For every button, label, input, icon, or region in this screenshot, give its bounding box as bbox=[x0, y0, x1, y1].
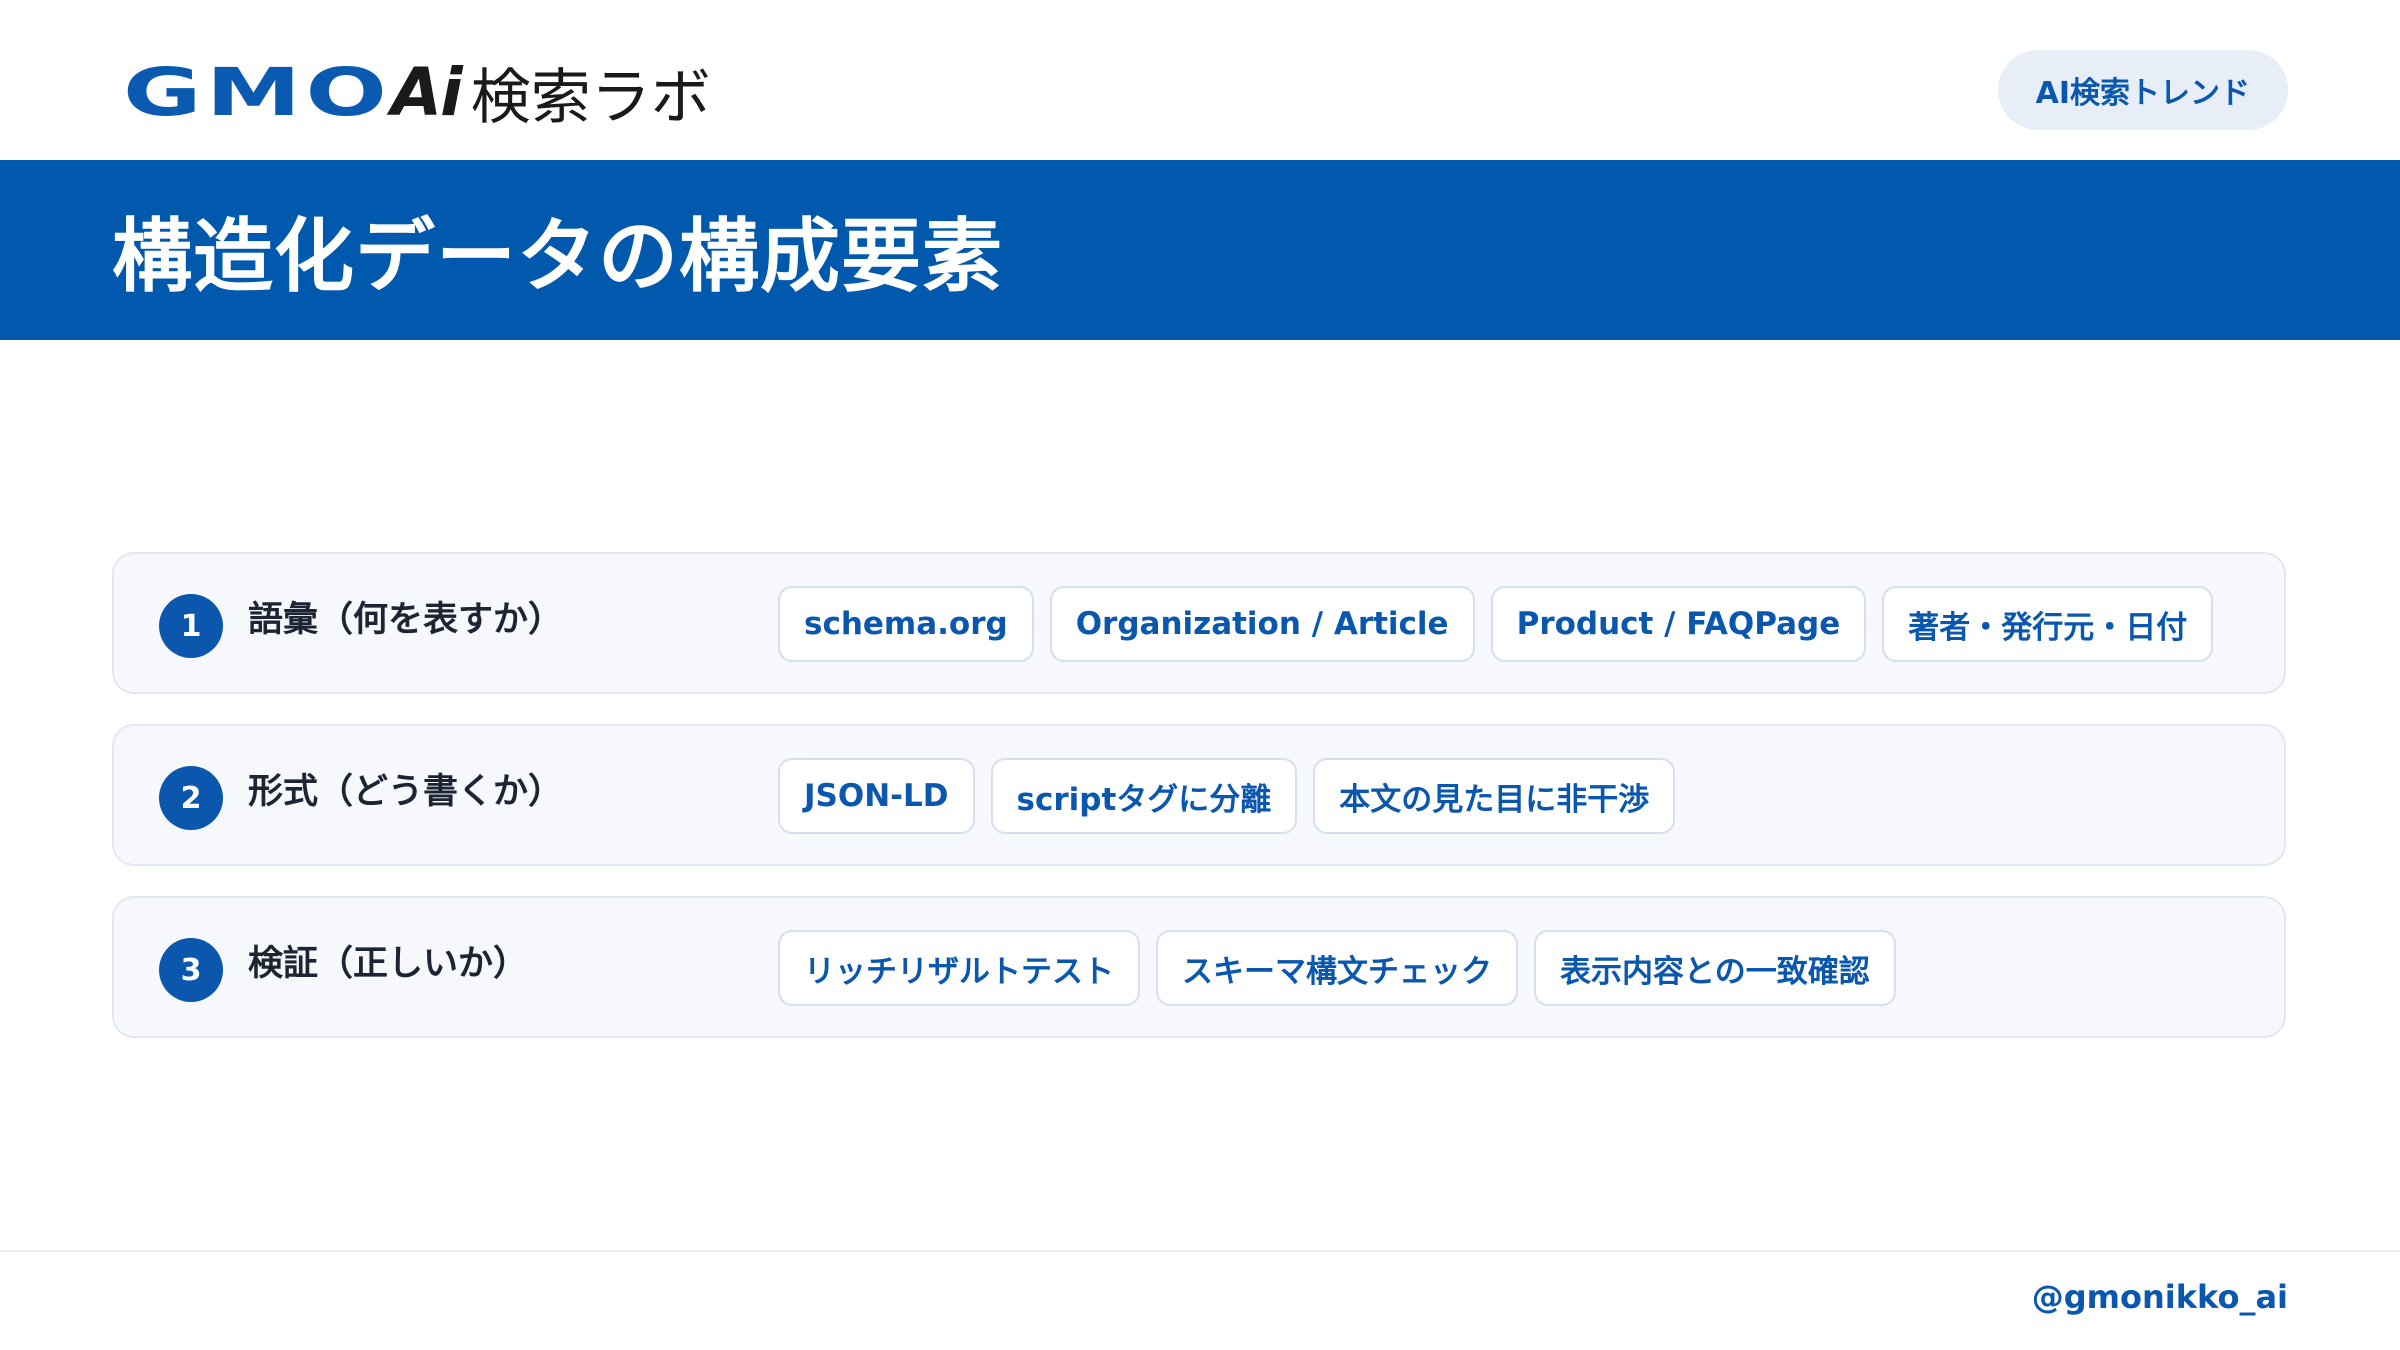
row-number-badge: 1 bbox=[159, 594, 223, 658]
chip: 著者・発行元・日付 bbox=[1882, 586, 2214, 662]
chip: 本文の見た目に非干渉 bbox=[1313, 758, 1676, 834]
logo-lab-wordmark: 検索ラボ bbox=[470, 62, 711, 133]
element-row-vocabulary: 1 語彙（何を表すか） schema.org Organization / Ar… bbox=[112, 552, 2286, 694]
chip: 表示内容との一致確認 bbox=[1534, 930, 1896, 1006]
brand-logo: GMO Ai 検索ラボ bbox=[123, 53, 711, 133]
chip-list: JSON-LD scriptタグに分離 本文の見た目に非干渉 bbox=[778, 758, 1676, 834]
chip: JSON-LD bbox=[778, 758, 975, 834]
chip: リッチリザルトテスト bbox=[778, 930, 1140, 1006]
chip: スキーマ構文チェック bbox=[1156, 930, 1518, 1006]
page-title: 構造化データの構成要素 bbox=[112, 210, 1003, 303]
chip: scriptタグに分離 bbox=[990, 758, 1298, 834]
element-row-validation: 3 検証（正しいか） リッチリザルトテスト スキーマ構文チェック 表示内容との一… bbox=[112, 896, 2286, 1038]
category-badge: AI検索トレンド bbox=[1997, 50, 2288, 130]
element-row-format: 2 形式（どう書くか） JSON-LD scriptタグに分離 本文の見た目に非… bbox=[112, 724, 2286, 866]
row-label: 検証（正しいか） bbox=[248, 943, 529, 984]
chip: schema.org bbox=[778, 586, 1034, 662]
chip: Product / FAQPage bbox=[1490, 586, 1867, 662]
row-label: 形式（どう書くか） bbox=[248, 771, 564, 812]
row-number-badge: 2 bbox=[159, 766, 223, 830]
chip-list: リッチリザルトテスト スキーマ構文チェック 表示内容との一致確認 bbox=[778, 930, 1896, 1006]
row-label: 語彙（何を表すか） bbox=[248, 599, 564, 640]
social-handle: @gmonikko_ai bbox=[2031, 1278, 2288, 1316]
chip: Organization / Article bbox=[1049, 586, 1475, 662]
row-number-badge: 3 bbox=[159, 938, 223, 1002]
logo-gmo-wordmark: GMO bbox=[123, 53, 392, 131]
title-band: 構造化データの構成要素 bbox=[0, 160, 2400, 340]
chip-list: schema.org Organization / Article Produc… bbox=[778, 586, 2214, 662]
footer-divider bbox=[0, 1250, 2400, 1252]
